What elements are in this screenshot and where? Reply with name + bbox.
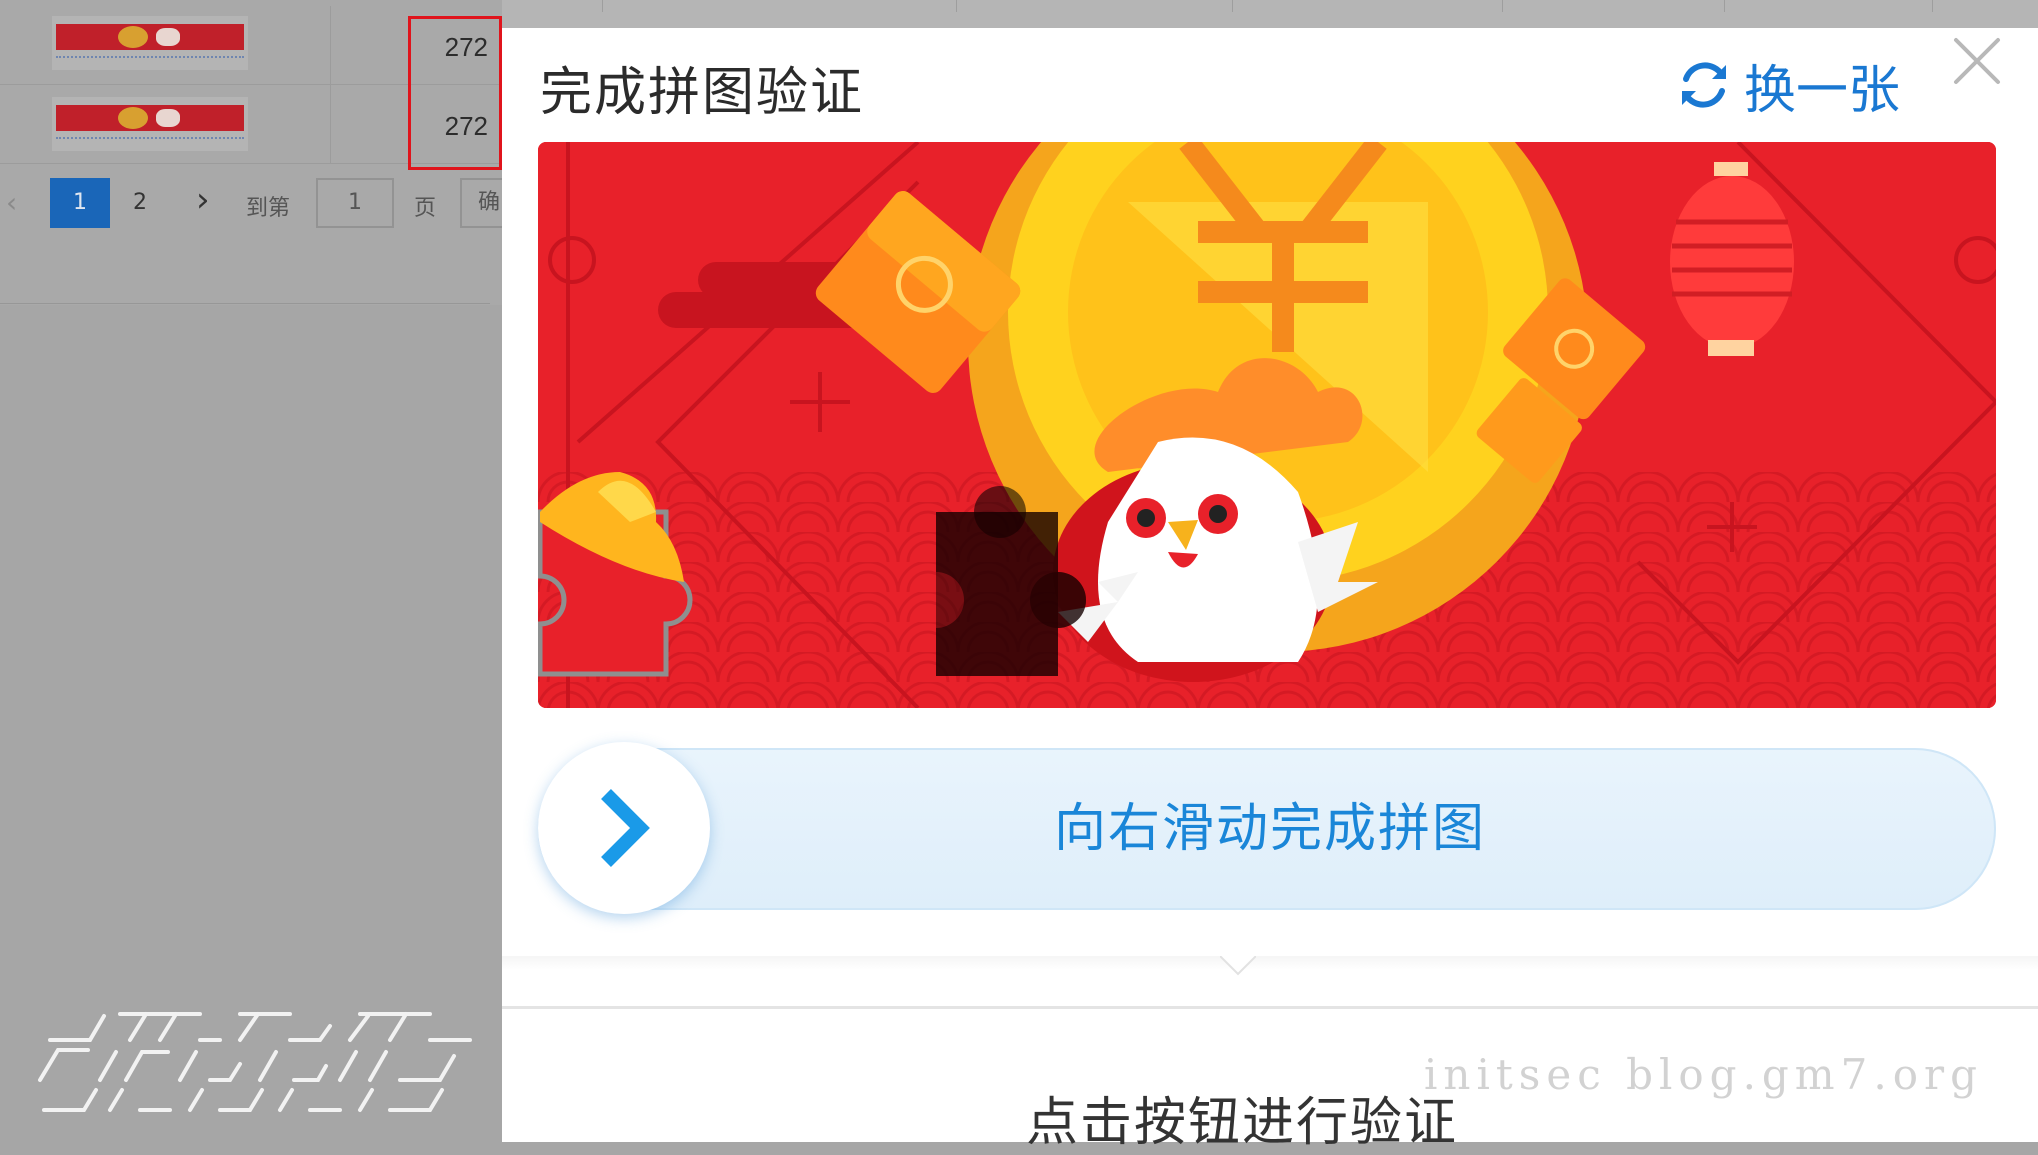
goto-label: 到第 bbox=[246, 196, 291, 221]
refresh-label: 换一张 bbox=[1744, 60, 1901, 121]
header-strip bbox=[502, 0, 2038, 28]
puzzle-image bbox=[538, 142, 1996, 708]
divider bbox=[502, 1006, 2038, 1009]
divider bbox=[0, 303, 490, 304]
thumbnail-image bbox=[52, 16, 248, 70]
page-label: 页 bbox=[414, 196, 437, 221]
arrow-tip bbox=[1220, 956, 1256, 976]
captcha-dialog: 完成拼图验证 换一张 向右滑动完成拼图 点击按钮进行验证 initsec blo… bbox=[502, 28, 2038, 1153]
page-button-1[interactable]: 1 bbox=[50, 178, 110, 228]
goto-page-input[interactable]: 1 bbox=[316, 178, 394, 228]
section-divider bbox=[502, 956, 2038, 970]
verify-button[interactable]: 点击按钮进行验证 bbox=[1026, 1080, 1458, 1155]
chevron-right-icon[interactable]: › bbox=[196, 180, 210, 220]
background-table: 272 272 ‹ 1 2 › 到第 1 页 确 bbox=[0, 0, 504, 305]
watermark-text: initsec blog.gm7.org bbox=[1424, 1050, 1983, 1099]
slider-track[interactable]: 向右滑动完成拼图 bbox=[538, 748, 1996, 910]
ascii-logo-image bbox=[30, 1000, 500, 1120]
refresh-icon bbox=[1682, 62, 1726, 108]
chevron-left-icon[interactable]: ‹ bbox=[6, 186, 17, 219]
highlight-box bbox=[408, 16, 502, 170]
pagination: ‹ 1 2 › 到第 1 页 确 bbox=[0, 164, 504, 240]
page-button-2[interactable]: 2 bbox=[110, 178, 170, 228]
close-icon[interactable] bbox=[1950, 34, 2004, 88]
dialog-title: 完成拼图验证 bbox=[540, 63, 865, 123]
refresh-button[interactable]: 换一张 bbox=[1676, 50, 1901, 121]
thumbnail-image bbox=[52, 97, 248, 151]
chevron-right-icon bbox=[601, 789, 650, 867]
slider-label: 向右滑动完成拼图 bbox=[1053, 799, 1486, 859]
confirm-button[interactable]: 确 bbox=[460, 178, 504, 228]
slider-handle[interactable] bbox=[538, 742, 710, 914]
